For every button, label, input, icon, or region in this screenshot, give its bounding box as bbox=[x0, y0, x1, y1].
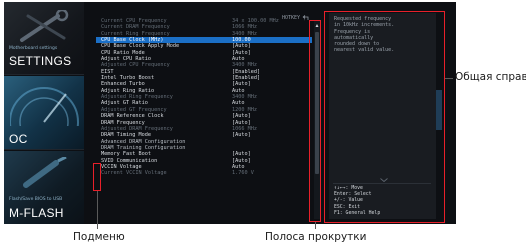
scrollbar-highlight bbox=[309, 20, 321, 222]
left-nav: Motherboard settings SETTINGS OC Flash/S… bbox=[4, 2, 86, 224]
nav-mflash[interactable]: Flash/Save BIOS to USB M-FLASH bbox=[4, 151, 84, 224]
nav-mflash-sub: Flash/Save BIOS to USB bbox=[9, 197, 63, 202]
settings-list: Current CPU Frequency 34 x 100.00 MHz Curr… bbox=[96, 18, 312, 177]
setting-label: Current VCCIN Voltage bbox=[101, 170, 167, 177]
help-leader-line bbox=[445, 78, 453, 79]
setting-value: 1.760 V bbox=[232, 170, 254, 177]
nav-mflash-title: M-FLASH bbox=[9, 206, 64, 220]
help-highlight bbox=[324, 11, 445, 223]
usb-drive-icon bbox=[23, 157, 67, 188]
wrench-icon bbox=[20, 10, 69, 42]
nav-settings-title: SETTINGS bbox=[9, 54, 72, 68]
annotation-scrollbar: Полоса прокрутки bbox=[265, 231, 367, 243]
gauge-icon bbox=[10, 87, 79, 126]
annotation-help: Общая справка bbox=[455, 71, 526, 83]
nav-oc[interactable]: OC bbox=[4, 76, 84, 150]
nav-settings[interactable]: Motherboard settings SETTINGS bbox=[4, 2, 84, 75]
submenu-highlight bbox=[93, 163, 101, 191]
scrollbar-leader-line bbox=[315, 222, 316, 229]
submenu-leader-line bbox=[97, 191, 98, 229]
annotation-submenu: Подменю bbox=[73, 231, 125, 243]
setting-row: Current VCCIN Voltage 1.760 V bbox=[96, 170, 312, 176]
nav-oc-title: OC bbox=[9, 132, 28, 146]
nav-settings-sub: Motherboard settings bbox=[9, 46, 58, 51]
